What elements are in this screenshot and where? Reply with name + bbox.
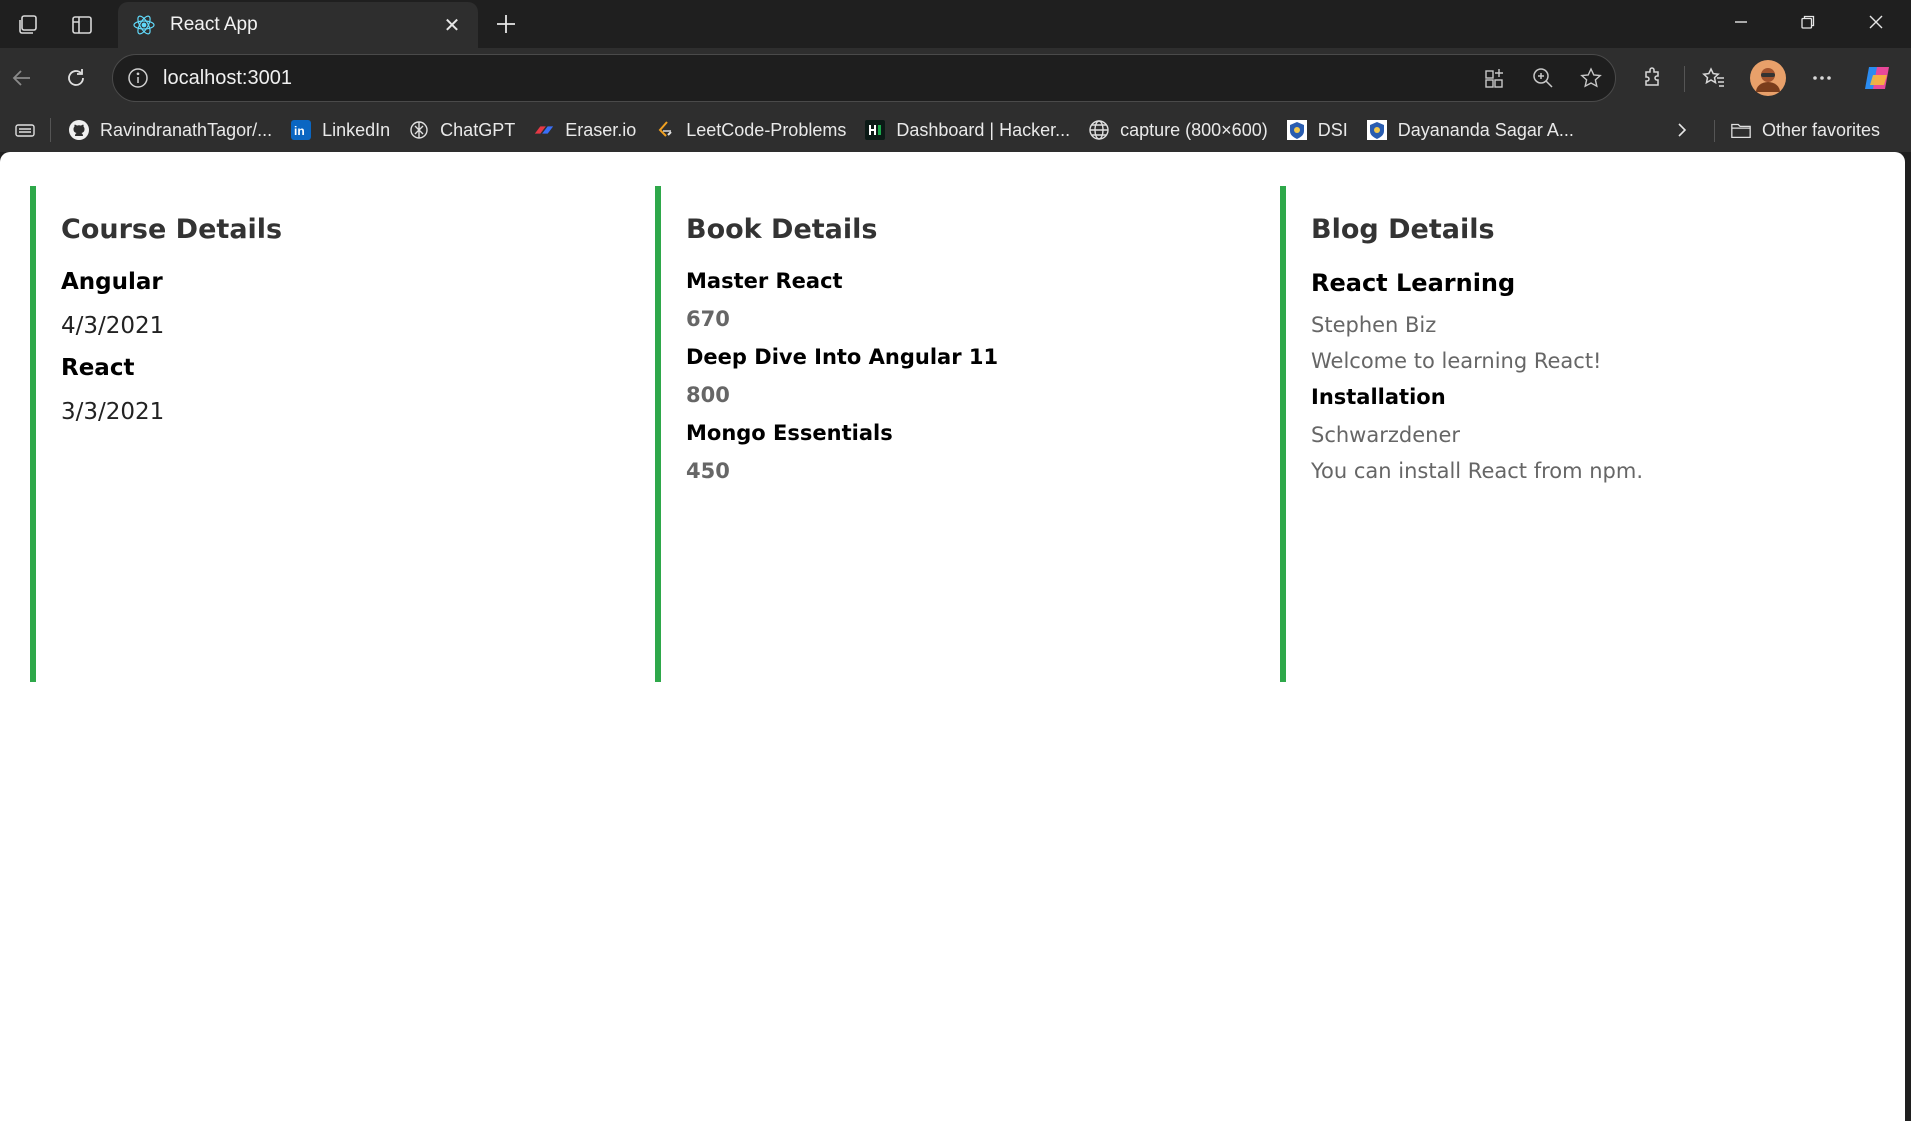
eraser-icon xyxy=(533,119,555,141)
bookmark-chatgpt[interactable]: ChatGPT xyxy=(399,113,524,147)
browser-toolbar: localhost:3001 xyxy=(0,48,1911,108)
other-favorites-folder[interactable]: Other favorites xyxy=(1730,113,1880,147)
other-favorites-label: Other favorites xyxy=(1762,119,1881,140)
bookmark-label: Dashboard | Hacker... xyxy=(896,119,1071,140)
site-info-icon[interactable] xyxy=(127,67,149,89)
profile-avatar[interactable] xyxy=(1746,58,1790,98)
tab-title: React App xyxy=(170,14,258,35)
title-bar: React App ✕ xyxy=(0,0,1911,48)
react-icon xyxy=(132,13,156,37)
bookmark-label: LinkedIn xyxy=(322,119,391,140)
course-name: React xyxy=(61,355,135,381)
blog-details-heading: Blog Details xyxy=(1311,214,1495,245)
bookmark-label: capture (800×600) xyxy=(1120,119,1268,140)
bookmark-label: LeetCode-Problems xyxy=(686,119,847,140)
dsi-icon xyxy=(1286,119,1308,141)
bookmark-hackerrank[interactable]: Dashboard | Hacker... xyxy=(855,113,1079,147)
blog-title: Installation xyxy=(1311,385,1446,409)
book-price: 800 xyxy=(686,383,730,407)
back-arrow-icon[interactable] xyxy=(2,58,42,98)
chevron-right-icon[interactable] xyxy=(1665,113,1699,147)
blog-text: Welcome to learning React! xyxy=(1311,349,1602,373)
url-text: localhost:3001 xyxy=(163,66,292,89)
zoom-icon[interactable] xyxy=(1519,56,1567,100)
blog-details-card: Blog Details React Learning Stephen Biz … xyxy=(1280,186,1884,682)
bookmark-label: Dayananda Sagar A... xyxy=(1397,119,1574,140)
bookmark-label: DSI xyxy=(1317,119,1348,140)
favorites-icon[interactable] xyxy=(1692,58,1736,98)
chatgpt-icon xyxy=(408,119,430,141)
close-window-icon[interactable] xyxy=(1841,0,1911,44)
course-details-card: Course Details Angular 4/3/2021 React 3/… xyxy=(30,186,634,682)
bookmark-linkedin[interactable]: in LinkedIn xyxy=(281,113,399,147)
active-tab[interactable]: React App ✕ xyxy=(118,2,478,48)
app-available-icon[interactable] xyxy=(1471,56,1519,100)
book-price: 450 xyxy=(686,459,730,483)
bookmarks-bar: RavindranathTagor/... in LinkedIn ChatGP… xyxy=(0,108,1911,152)
page-viewport: Course Details Angular 4/3/2021 React 3/… xyxy=(0,152,1905,1121)
course-details-heading: Course Details xyxy=(61,214,283,245)
blog-author: Schwarzdener xyxy=(1311,423,1460,447)
bookmark-eraser[interactable]: Eraser.io xyxy=(524,113,645,147)
bookmark-label: RavindranathTagor/... xyxy=(100,119,273,140)
bookmark-capture[interactable]: capture (800×600) xyxy=(1079,113,1277,147)
book-price: 670 xyxy=(686,307,730,331)
restore-icon[interactable] xyxy=(1773,0,1843,44)
globe-icon xyxy=(1088,119,1110,141)
address-bar[interactable]: localhost:3001 xyxy=(112,54,1616,102)
refresh-icon[interactable] xyxy=(56,58,96,98)
book-name: Master React xyxy=(686,269,843,293)
book-name: Deep Dive Into Angular 11 xyxy=(686,345,999,369)
bookmark-dayananda[interactable]: Dayananda Sagar A... xyxy=(1357,113,1583,147)
close-tab-icon[interactable]: ✕ xyxy=(440,13,464,38)
toolbar-separator xyxy=(1684,66,1685,92)
github-icon xyxy=(68,119,90,141)
extensions-icon[interactable] xyxy=(1631,58,1675,98)
svg-text:in: in xyxy=(294,124,305,138)
course-name: Angular xyxy=(61,269,163,295)
bookmark-label: ChatGPT xyxy=(440,119,516,140)
dsi-icon xyxy=(1366,119,1388,141)
copilot-icon[interactable] xyxy=(1856,58,1900,98)
more-options-icon[interactable] xyxy=(1800,58,1844,98)
bookmark-label: Eraser.io xyxy=(565,119,637,140)
book-details-card: Book Details Master React 670 Deep Dive … xyxy=(655,186,1259,682)
folder-icon xyxy=(1730,119,1752,141)
blog-text: You can install React from npm. xyxy=(1311,459,1644,483)
bookmarks-separator xyxy=(50,118,51,142)
new-tab-icon[interactable] xyxy=(488,6,524,42)
course-date: 4/3/2021 xyxy=(61,313,165,339)
hackerrank-icon xyxy=(864,119,886,141)
linkedin-icon: in xyxy=(290,119,312,141)
bookmark-github[interactable]: RavindranathTagor/... xyxy=(59,113,281,147)
bookmarks-separator xyxy=(1714,120,1715,142)
bookmark-leetcode[interactable]: LeetCode-Problems xyxy=(645,113,855,147)
minimize-icon[interactable] xyxy=(1706,0,1776,44)
vertical-tabs-icon[interactable] xyxy=(62,8,102,42)
blog-author: Stephen Biz xyxy=(1311,313,1437,337)
book-name: Mongo Essentials xyxy=(686,421,893,445)
favorite-star-icon[interactable] xyxy=(1567,56,1615,100)
blog-title: React Learning xyxy=(1311,269,1516,297)
course-date: 3/3/2021 xyxy=(61,399,165,425)
bookmark-dsi[interactable]: DSI xyxy=(1277,113,1357,147)
workspaces-icon[interactable] xyxy=(8,8,48,42)
leetcode-icon xyxy=(654,119,676,141)
tab-actions-icon[interactable] xyxy=(0,113,50,147)
book-details-heading: Book Details xyxy=(686,214,878,245)
